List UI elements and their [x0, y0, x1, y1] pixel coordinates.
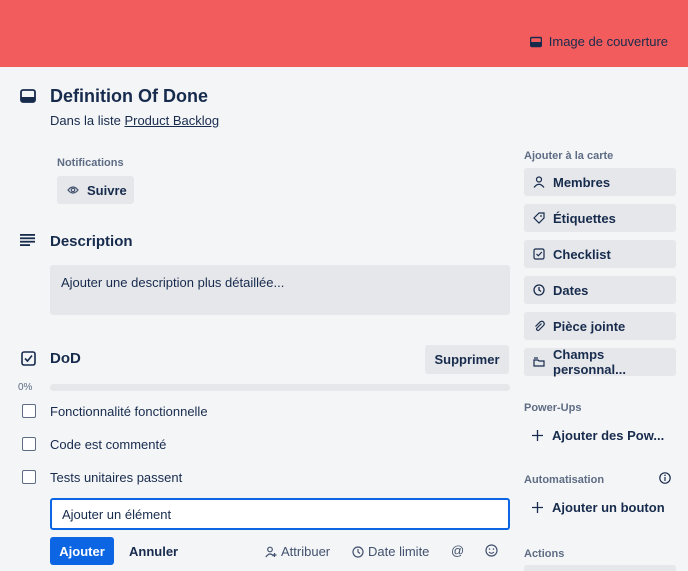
cover-card-icon [529, 36, 542, 48]
list-prefix: Dans la liste [50, 113, 121, 128]
automation-label: Automatisation [524, 474, 605, 486]
actions-label: Actions [524, 548, 565, 560]
powerups-label: Power-Ups [524, 402, 582, 414]
add-item-button[interactable]: Ajouter [50, 537, 114, 565]
follow-label: Suivre [87, 182, 127, 198]
description-icon [20, 234, 35, 246]
dates-button[interactable]: Dates [524, 276, 676, 304]
labels-button[interactable]: Étiquettes [524, 204, 676, 232]
list-link[interactable]: Product Backlog [124, 113, 219, 128]
add-powerups-label: Ajouter des Pow... [552, 428, 665, 443]
plus-icon [532, 430, 543, 441]
action-button-partial[interactable] [524, 565, 676, 571]
attachment-label: Pièce jointe [553, 318, 626, 334]
card-list-info: Dans la liste Product Backlog [50, 113, 219, 128]
checklist-icon [533, 248, 545, 260]
card-icon [20, 89, 36, 103]
cancel-button[interactable]: Annuler [129, 544, 178, 559]
card-cover: Image de couverture [0, 0, 688, 67]
custom-fields-icon [533, 356, 545, 368]
add-button-label: Ajouter un bouton [552, 500, 665, 515]
emoji-icon[interactable] [485, 544, 498, 557]
checklist-title[interactable]: DoD [50, 350, 81, 367]
members-button[interactable]: Membres [524, 168, 676, 196]
checklist-icon [21, 351, 36, 366]
custom-fields-button[interactable]: Champs personnal... [524, 347, 676, 377]
labels-label: Étiquettes [553, 210, 616, 226]
add-powerups-button[interactable]: Ajouter des Pow... [532, 428, 664, 443]
add-member-icon [265, 546, 277, 558]
cover-button-label: Image de couverture [548, 34, 668, 49]
description-heading: Description [50, 233, 133, 250]
checklist-item-label[interactable]: Code est commenté [50, 437, 166, 452]
card-title[interactable]: Definition Of Done [50, 86, 208, 107]
checklist-item-label[interactable]: Fonctionnalité fonctionnelle [50, 404, 208, 419]
add-button-button[interactable]: Ajouter un bouton [532, 500, 665, 515]
follow-button[interactable]: Suivre [57, 176, 134, 204]
progress-bar [50, 384, 510, 391]
due-date-label: Date limite [368, 544, 430, 559]
members-label: Membres [553, 174, 611, 190]
checklist-item[interactable] [22, 437, 36, 451]
dates-label: Dates [553, 282, 589, 298]
item-checkbox[interactable] [22, 437, 36, 451]
description-editor[interactable]: Ajouter une description plus détaillée..… [50, 265, 510, 315]
checklist-item[interactable] [22, 404, 36, 418]
item-checkbox[interactable] [22, 470, 36, 484]
custom-fields-label: Champs personnal... [553, 347, 626, 377]
checklist-button[interactable]: Checklist [524, 240, 676, 268]
notifications-label: Notifications [57, 157, 124, 169]
eye-icon [67, 185, 79, 195]
delete-checklist-button[interactable]: Supprimer [425, 345, 509, 374]
plus-icon [532, 502, 543, 513]
due-date-button[interactable]: Date limite [352, 544, 429, 559]
cover-image-button[interactable]: Image de couverture [529, 34, 668, 49]
add-item-input[interactable]: Ajouter un élément [50, 498, 510, 530]
mention-icon[interactable]: @ [451, 543, 464, 558]
paperclip-icon [533, 320, 545, 332]
clock-icon [533, 284, 545, 296]
attachment-button[interactable]: Pièce jointe [524, 312, 676, 340]
person-icon [533, 176, 545, 188]
assign-label: Attribuer [281, 544, 331, 559]
tag-icon [533, 212, 545, 224]
checklist-item[interactable] [22, 470, 36, 484]
assign-button[interactable]: Attribuer [265, 544, 330, 559]
progress-percent: 0% [18, 382, 33, 393]
add-to-card-label: Ajouter à la carte [524, 150, 614, 162]
checklist-label: Checklist [553, 246, 611, 262]
checklist-item-label[interactable]: Tests unitaires passent [50, 470, 182, 485]
clock-icon [352, 545, 364, 558]
item-checkbox[interactable] [22, 404, 36, 418]
info-icon[interactable] [659, 472, 671, 484]
